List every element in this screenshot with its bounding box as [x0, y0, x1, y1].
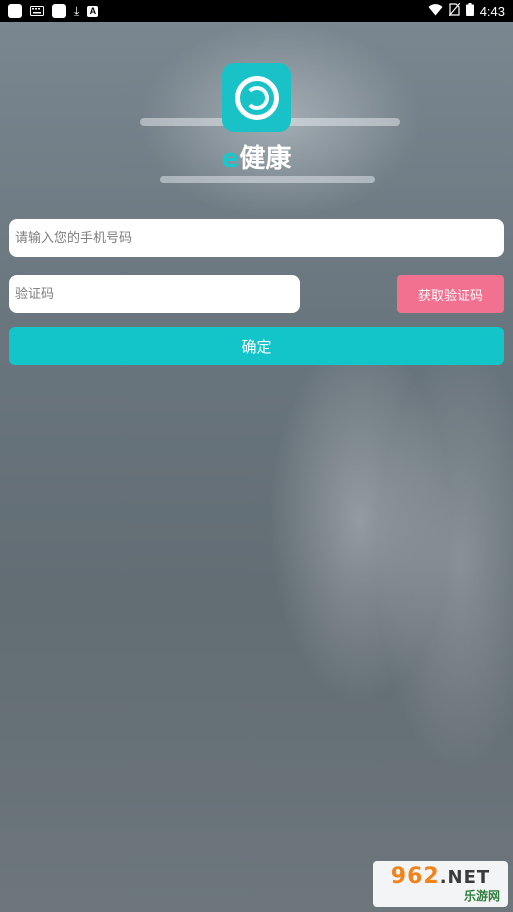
brand-e-letter: e	[221, 144, 240, 174]
no-sim-icon	[448, 2, 461, 19]
status-bar-right: 4:43	[428, 2, 513, 19]
status-bar-left: ⤓ A	[0, 3, 99, 18]
keyboard-icon	[30, 4, 44, 18]
battery-icon	[465, 3, 474, 19]
watermark-sub: 乐游网	[463, 888, 500, 903]
app-notification-icon	[52, 4, 66, 18]
phone-number-input[interactable]	[9, 219, 504, 257]
status-bar: ⤓ A 4:43	[0, 0, 513, 22]
app-logo	[222, 63, 291, 132]
background-light-stripe	[160, 176, 375, 183]
ring-logo-inner	[244, 85, 269, 110]
site-watermark-logo: 962.NET 乐游网	[373, 861, 508, 907]
watermark-number: 962	[390, 863, 440, 889]
a-badge-icon: A	[87, 5, 99, 17]
verification-code-input[interactable]	[9, 275, 300, 313]
clock: 4:43	[479, 3, 505, 19]
watermark-net: .NET	[439, 866, 491, 888]
brand-title: e健康	[0, 138, 513, 175]
watermark-main: 962.NET	[390, 863, 491, 889]
brand-name: 健康	[239, 144, 292, 174]
ring-logo-icon	[234, 75, 279, 120]
get-verification-code-button[interactable]: 获取验证码	[397, 275, 504, 313]
app-notification-icon	[8, 4, 22, 18]
wifi-icon	[428, 3, 443, 19]
download-icon: ⤓	[74, 3, 80, 18]
login-screen: ⤓ A 4:43 e健康 获取验证码 确定 962.NET 乐游网	[0, 0, 513, 912]
confirm-button[interactable]: 确定	[9, 327, 504, 365]
background-photo	[0, 0, 513, 912]
